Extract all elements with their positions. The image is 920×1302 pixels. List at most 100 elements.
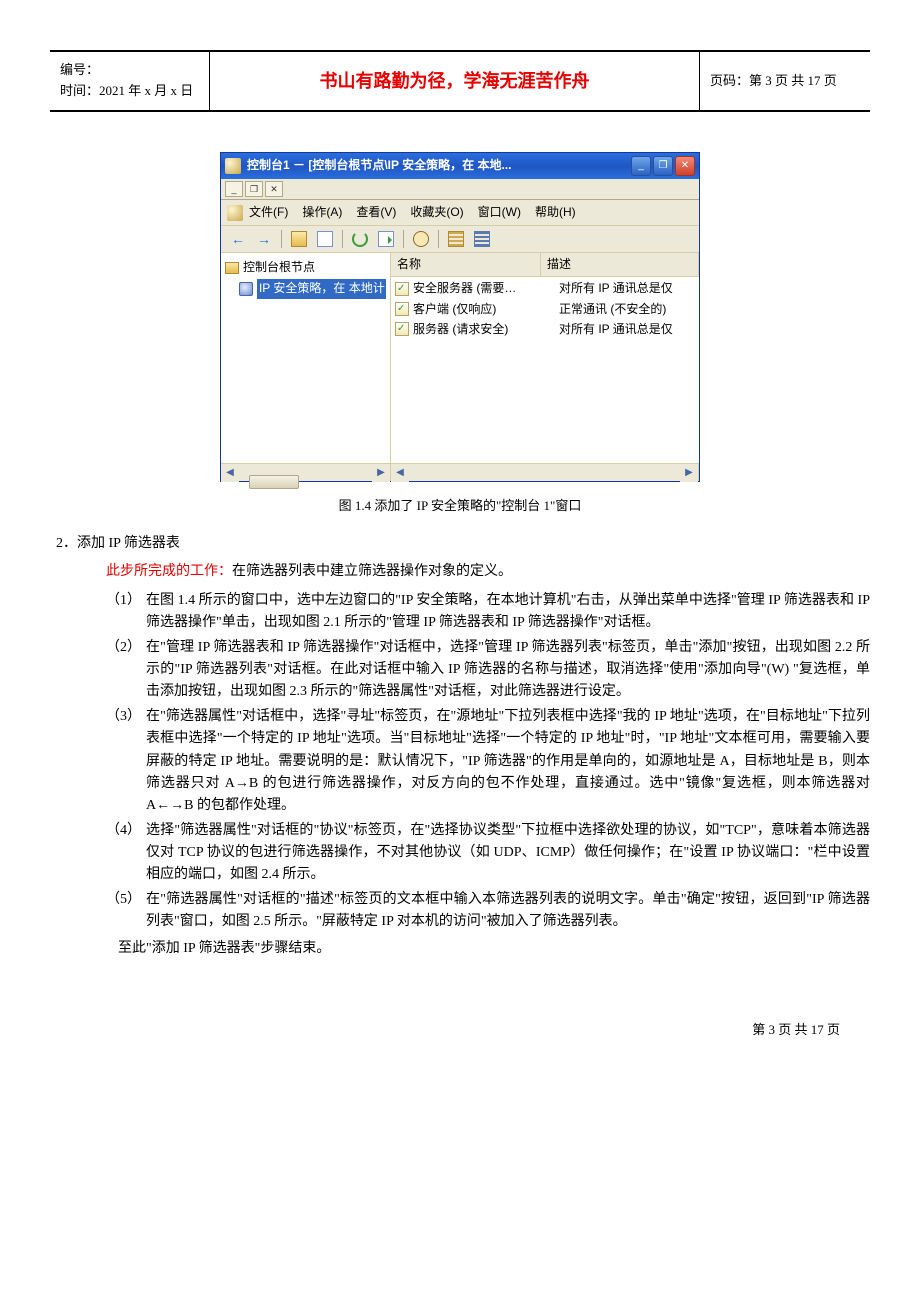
menubar: 文件(F) 操作(A) 查看(V) 收藏夹(O) 窗口(W) 帮助(H): [221, 200, 699, 226]
maximize-button[interactable]: ❐: [653, 156, 673, 176]
step-text: 在"筛选器属性"对话框中，选择"寻址"标签页，在"源地址"下拉列表框中选择"我的…: [146, 706, 870, 818]
step-intro: 此步所完成的工作：在筛选器列表中建立筛选器操作对象的定义。: [106, 561, 870, 583]
step-text: 在"管理 IP 筛选器表和 IP 筛选器操作"对话框中，选择"管理 IP 筛选器…: [146, 637, 870, 704]
help-button[interactable]: [410, 229, 432, 249]
menu-view[interactable]: 查看(V): [356, 203, 396, 222]
toolbar-separator: [403, 230, 404, 248]
tree-scrollbar[interactable]: ◀ ▶: [221, 463, 391, 481]
step-num: （1）: [106, 590, 146, 635]
list-item-desc: 对所有 IP 通讯总是仅: [559, 320, 699, 339]
scroll-left-button[interactable]: ◀: [391, 464, 409, 482]
col-desc-header[interactable]: 描述: [541, 253, 699, 276]
window-title: 控制台1 － [控制台根节点\IP 安全策略，在 本地...: [247, 156, 631, 175]
section-title: 2．添加 IP 筛选器表: [56, 533, 870, 555]
tree-root-node[interactable]: 控制台根节点: [225, 257, 386, 278]
list-item[interactable]: 安全服务器 (需要… 对所有 IP 通讯总是仅: [391, 279, 699, 299]
tree-ip-policy-node[interactable]: IP 安全策略，在 本地计: [225, 278, 386, 299]
tree-pane[interactable]: 控制台根节点 IP 安全策略，在 本地计: [221, 253, 391, 463]
step-text: 在图 1.4 所示的窗口中，选中左边窗口的"IP 安全策略，在本地计算机"右击，…: [146, 590, 870, 635]
header-left: 编号： 时间：2021 年 x 月 x 日: [50, 52, 210, 110]
app-icon: [225, 158, 241, 174]
scroll-left-button[interactable]: ◀: [221, 464, 239, 482]
export-icon: [378, 231, 394, 247]
menu-help[interactable]: 帮助(H): [535, 203, 576, 222]
header-page: 页码：第 3 页 共 17 页: [700, 52, 870, 110]
export-button[interactable]: [375, 229, 397, 249]
mdi-close[interactable]: ✕: [265, 181, 283, 197]
step-intro-red: 此步所完成的工作：: [106, 564, 232, 579]
list-item[interactable]: 客户端 (仅响应) 正常通讯 (不安全的): [391, 300, 699, 320]
policy-item-icon: [395, 282, 409, 296]
up-level-button[interactable]: [288, 229, 310, 249]
list-item-desc: 正常通讯 (不安全的): [559, 300, 699, 319]
list-item-name: 客户端 (仅响应): [413, 300, 559, 319]
page-header: 编号： 时间：2021 年 x 月 x 日 书山有路勤为径，学海无涯苦作舟 页码…: [50, 52, 870, 112]
menu-favorites[interactable]: 收藏夹(O): [410, 203, 463, 222]
list-pane[interactable]: 名称 描述 安全服务器 (需要… 对所有 IP 通讯总是仅 客户端 (仅响应) …: [391, 253, 699, 463]
doc-date: 时间：2021 年 x 月 x 日: [60, 81, 199, 102]
tree-policy-label: IP 安全策略，在 本地计: [257, 279, 386, 298]
tree-root-label: 控制台根节点: [243, 258, 315, 277]
mdi-controls: _ ❐ ✕: [221, 179, 699, 200]
list-item-name: 服务器 (请求安全): [413, 320, 559, 339]
sheet-icon: [317, 231, 333, 247]
step-item: （3） 在"筛选器属性"对话框中，选择"寻址"标签页，在"源地址"下拉列表框中选…: [106, 706, 870, 818]
titlebar[interactable]: 控制台1 － [控制台根节点\IP 安全策略，在 本地... _ ❐ ✕: [221, 153, 699, 179]
step-num: （5）: [106, 889, 146, 934]
policy-item-icon: [395, 302, 409, 316]
list-scrollbar[interactable]: ◀ ▶: [391, 463, 699, 481]
step-intro-text: 在筛选器列表中建立筛选器操作对象的定义。: [232, 564, 512, 579]
step-end-line: 至此"添加 IP 筛选器表"步骤结束。: [118, 938, 870, 960]
step-num: （2）: [106, 637, 146, 704]
menu-window[interactable]: 窗口(W): [478, 203, 521, 222]
doc-number: 编号：: [60, 60, 199, 81]
folder-icon: [225, 262, 239, 274]
list-view2-button[interactable]: [471, 229, 493, 249]
step-num: （3）: [106, 706, 146, 818]
page-footer: 第 3 页 共 17 页: [0, 1020, 840, 1041]
header-motto: 书山有路勤为径，学海无涯苦作舟: [210, 52, 700, 110]
nav-back-button[interactable]: ←: [227, 229, 249, 249]
toolbar-separator: [281, 230, 282, 248]
list-view1-button[interactable]: [445, 229, 467, 249]
step-item: （4） 选择"筛选器属性"对话框的"协议"标签页，在"选择协议类型"下拉框中选择…: [106, 820, 870, 887]
step-num: （4）: [106, 820, 146, 887]
properties-button[interactable]: [314, 229, 336, 249]
scroll-right-button[interactable]: ▶: [372, 464, 390, 482]
list-body: 安全服务器 (需要… 对所有 IP 通讯总是仅 客户端 (仅响应) 正常通讯 (…: [391, 277, 699, 463]
list-icon: [474, 231, 490, 247]
step-item: （1） 在图 1.4 所示的窗口中，选中左边窗口的"IP 安全策略，在本地计算机…: [106, 590, 870, 635]
mmc-console-window: 控制台1 － [控制台根节点\IP 安全策略，在 本地... _ ❐ ✕ _ ❐…: [220, 152, 700, 482]
toolbar-separator: [342, 230, 343, 248]
toolbar-separator: [438, 230, 439, 248]
list-item[interactable]: 服务器 (请求安全) 对所有 IP 通讯总是仅: [391, 320, 699, 340]
help-icon: [413, 231, 429, 247]
mdi-restore[interactable]: ❐: [245, 181, 263, 197]
scroll-thumb[interactable]: [249, 475, 299, 489]
toolbar: ← →: [221, 226, 699, 253]
minimize-button[interactable]: _: [631, 156, 651, 176]
nav-forward-button[interactable]: →: [253, 229, 275, 249]
step-item: （2） 在"管理 IP 筛选器表和 IP 筛选器操作"对话框中，选择"管理 IP…: [106, 637, 870, 704]
list-header: 名称 描述: [391, 253, 699, 277]
menu-app-icon: [227, 205, 243, 221]
step-list: （1） 在图 1.4 所示的窗口中，选中左边窗口的"IP 安全策略，在本地计算机…: [106, 590, 870, 934]
refresh-icon: [352, 231, 368, 247]
refresh-button[interactable]: [349, 229, 371, 249]
close-button[interactable]: ✕: [675, 156, 695, 176]
list-item-name: 安全服务器 (需要…: [413, 279, 559, 298]
step-text: 在"筛选器属性"对话框的"描述"标签页的文本框中输入本筛选器列表的说明文字。单击…: [146, 889, 870, 934]
policy-item-icon: [395, 322, 409, 336]
figure-caption: 图 1.4 添加了 IP 安全策略的"控制台 1"窗口: [50, 496, 870, 517]
step-item: （5） 在"筛选器属性"对话框的"描述"标签页的文本框中输入本筛选器列表的说明文…: [106, 889, 870, 934]
policy-icon: [239, 282, 253, 296]
menu-action[interactable]: 操作(A): [302, 203, 342, 222]
scroll-right-button[interactable]: ▶: [680, 464, 698, 482]
col-name-header[interactable]: 名称: [391, 253, 541, 276]
list-icon: [448, 231, 464, 247]
list-item-desc: 对所有 IP 通讯总是仅: [559, 279, 699, 298]
folder-icon: [291, 231, 307, 247]
mdi-minimize[interactable]: _: [225, 181, 243, 197]
step-text: 选择"筛选器属性"对话框的"协议"标签页，在"选择协议类型"下拉框中选择欲处理的…: [146, 820, 870, 887]
menu-file[interactable]: 文件(F): [249, 203, 288, 222]
